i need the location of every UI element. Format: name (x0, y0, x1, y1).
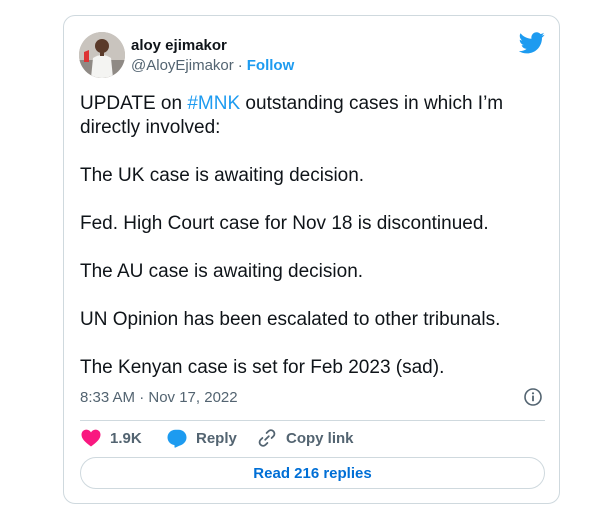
reply-bubble-icon (167, 429, 187, 448)
author-name[interactable]: aloy ejimakor (131, 37, 227, 54)
author-handle[interactable]: @AloyEjimakor (131, 57, 234, 74)
twitter-bird-icon[interactable] (519, 32, 545, 54)
tweet-paragraph: The UK case is awaiting decision. (80, 165, 365, 186)
like-button[interactable]: 1.9K (81, 427, 142, 449)
separator-dot: · (237, 57, 243, 74)
read-replies-button[interactable]: Read 216 replies (80, 457, 545, 489)
tweet-paragraph: The AU case is awaiting decision. (80, 261, 364, 282)
divider (80, 420, 545, 421)
reply-button[interactable]: Reply (167, 427, 237, 449)
info-icon[interactable] (523, 387, 543, 407)
hashtag-link[interactable]: #MNK (187, 93, 240, 114)
copy-link-button[interactable]: Copy link (257, 427, 354, 449)
tweet-text: UPDATE on #MNK outstanding cases in whic… (80, 92, 550, 404)
like-count: 1.9K (110, 429, 142, 447)
read-replies-label: Read 216 replies (253, 464, 372, 482)
tweet-intro-paragraph: UPDATE on #MNK outstanding cases in whic… (80, 92, 550, 140)
page: aloy ejimakor @AloyEjimakor · Follow UPDAT… (0, 0, 600, 519)
copy-link-label: Copy link (286, 429, 354, 447)
follow-link[interactable]: Follow (247, 57, 295, 74)
tweet-intro-prefix: UPDATE on (80, 93, 188, 114)
tweet-card: aloy ejimakor @AloyEjimakor · Follow UPDAT… (63, 15, 560, 504)
tweet-paragraph: The Kenyan case is set for Feb 2023 (sad… (80, 357, 445, 378)
link-icon (258, 429, 276, 447)
reply-label: Reply (196, 429, 237, 447)
author-handle-line: @AloyEjimakor · Follow (131, 57, 294, 74)
tweet-paragraph: UN Opinion has been escalated to other t… (80, 309, 501, 330)
author-avatar[interactable] (79, 32, 125, 78)
tweet-timestamp[interactable]: 8:33 AM · Nov 17, 2022 (80, 389, 238, 406)
avatar-photo-icon (79, 32, 125, 78)
tweet-paragraph: Fed. High Court case for Nov 18 is disco… (80, 213, 489, 234)
heart-icon (81, 429, 101, 447)
